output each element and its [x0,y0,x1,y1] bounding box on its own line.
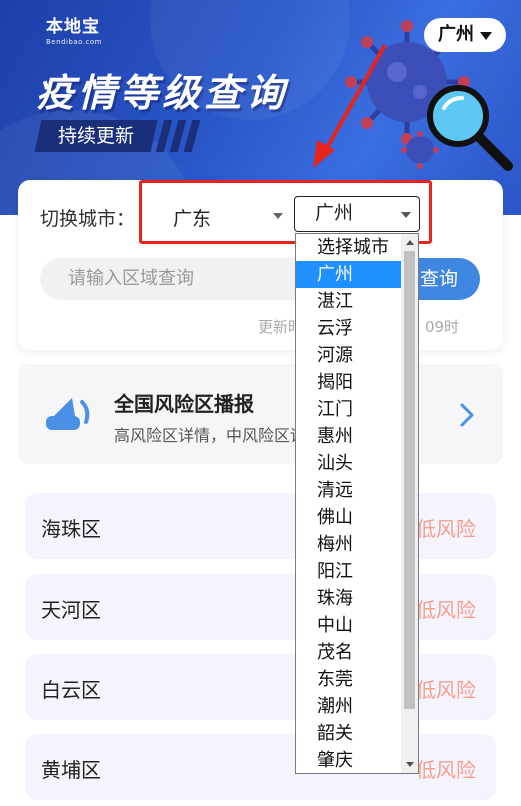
search-card: 切换城市： 广东 广州 请输入区域查询 查询 更新时间：2022-08-15 0… [18,180,503,350]
city-pill-label: 广州 [438,24,474,45]
red-arrow-annotation-icon [313,44,387,168]
dropdown-scrollbar[interactable] [401,234,418,773]
dropdown-option[interactable]: 汕头 [296,450,402,477]
dropdown-option[interactable]: 河源 [296,342,402,369]
dropdown-option[interactable]: 东莞 [296,666,402,693]
dropdown-option[interactable]: 惠州 [296,423,402,450]
risk-level: 低风险 [416,517,476,541]
scroll-up-arrow-icon[interactable] [406,240,414,245]
dropdown-option[interactable]: 梅州 [296,531,402,558]
logo-subtext: Bendibao.com [46,38,103,46]
dropdown-option[interactable]: 揭阳 [296,369,402,396]
decorative-stripes [155,120,201,152]
district-name: 天河区 [41,598,101,622]
dropdown-option[interactable]: 清远 [296,477,402,504]
district-row[interactable]: 天河区 低风险 [25,574,496,640]
page-title: 疫情等级查询 [36,71,289,115]
broadcast-megaphone-icon [46,398,90,430]
dropdown-option[interactable]: 佛山 [296,504,402,531]
dropdown-option[interactable]: 江门 [296,396,402,423]
dropdown-option[interactable]: 珠海 [296,585,402,612]
district-row[interactable]: 黄埔区 低风险 [25,734,496,800]
city-value: 广州 [315,202,354,224]
city-select[interactable]: 广州 [294,196,420,232]
dropdown-option[interactable]: 肇庆 [296,747,402,773]
logo: 本地宝 Bendibao.com [46,12,102,46]
district-row[interactable]: 海珠区 低风险 [25,493,496,559]
district-name: 黄埔区 [41,758,101,782]
dropdown-option[interactable]: 选择城市 [296,234,402,261]
dropdown-option[interactable]: 云浮 [296,315,402,342]
scrollbar-thumb[interactable] [404,251,415,709]
caret-down-icon [480,32,492,40]
city-dropdown-list[interactable]: 选择城市 广州 湛江 云浮 河源 揭阳 江门 惠州 汕头 清远 佛山 梅州 阳江… [295,233,419,774]
magnifier-icon [427,85,513,171]
dropdown-option[interactable]: 茂名 [296,639,402,666]
city-picker-pill[interactable]: 广州 [424,18,506,52]
chevron-right-icon [460,403,474,427]
risk-level: 低风险 [416,678,476,702]
dropdown-option[interactable]: 韶关 [296,720,402,747]
dropdown-option-selected[interactable]: 广州 [296,261,402,288]
district-name: 白云区 [41,678,101,702]
risk-broadcast-card[interactable]: 全国风险区播报 高风险区详情，中风险区详情，持续更新 [18,364,503,464]
district-row[interactable]: 白云区 低风险 [25,654,496,720]
caret-down-icon [401,212,411,218]
dropdown-option[interactable]: 潮州 [296,693,402,720]
district-name: 海珠区 [41,517,101,541]
logo-text: 本地宝 [46,17,100,37]
dropdown-option[interactable]: 阳江 [296,558,402,585]
broadcast-title: 全国风险区播报 [114,392,254,416]
dropdown-option[interactable]: 湛江 [296,288,402,315]
subtitle-tag: 持续更新 [34,120,158,152]
risk-level: 低风险 [416,598,476,622]
switch-city-label: 切换城市： [40,208,136,230]
risk-level: 低风险 [416,758,476,782]
scroll-down-arrow-icon[interactable] [406,762,414,767]
dropdown-option[interactable]: 中山 [296,612,402,639]
